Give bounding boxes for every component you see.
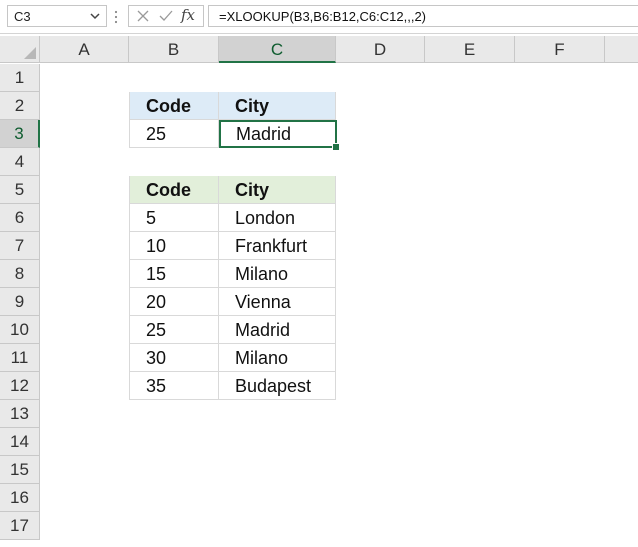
formula-controls: fx — [128, 5, 204, 27]
table-cell-code[interactable]: 5 — [129, 204, 219, 232]
column-header-c[interactable]: C — [219, 36, 336, 63]
table-cell-code[interactable]: 35 — [129, 372, 219, 400]
column-header-g[interactable] — [605, 36, 638, 63]
column-header-e[interactable]: E — [425, 36, 515, 63]
name-box[interactable]: C3 — [7, 5, 107, 27]
data-header-city[interactable]: City — [219, 176, 336, 204]
row-header-6[interactable]: 6 — [0, 204, 40, 232]
table-cell-code[interactable]: 25 — [129, 316, 219, 344]
lookup-header-city[interactable]: City — [219, 92, 336, 120]
check-icon[interactable] — [158, 8, 174, 24]
drag-handle-icon[interactable] — [113, 9, 119, 25]
column-header-a[interactable]: A — [40, 36, 129, 63]
column-header-b[interactable]: B — [129, 36, 219, 63]
row-header-9[interactable]: 9 — [0, 288, 40, 316]
active-cell-c3[interactable]: Madrid — [219, 120, 337, 148]
spreadsheet-grid: A B C D E F 1 2 3 4 5 6 7 8 9 10 11 12 1… — [0, 36, 638, 547]
table-cell-code[interactable]: 30 — [129, 344, 219, 372]
row-header-11[interactable]: 11 — [0, 344, 40, 372]
row-header-10[interactable]: 10 — [0, 316, 40, 344]
row-header-8[interactable]: 8 — [0, 260, 40, 288]
table-cell-code[interactable]: 10 — [129, 232, 219, 260]
row-header-1[interactable]: 1 — [0, 64, 40, 92]
column-header-f[interactable]: F — [515, 36, 605, 63]
row-header-16[interactable]: 16 — [0, 484, 40, 512]
row-header-3[interactable]: 3 — [0, 120, 40, 148]
row-header-14[interactable]: 14 — [0, 428, 40, 456]
table-cell-city[interactable]: Madrid — [219, 316, 336, 344]
table-cell-city[interactable]: Vienna — [219, 288, 336, 316]
select-all-button[interactable] — [0, 36, 40, 63]
row-header-15[interactable]: 15 — [0, 456, 40, 484]
table-cell-city[interactable]: Milano — [219, 260, 336, 288]
name-box-value: C3 — [14, 9, 31, 24]
cancel-icon[interactable] — [135, 8, 151, 24]
table-cell-city[interactable]: London — [219, 204, 336, 232]
row-header-2[interactable]: 2 — [0, 92, 40, 120]
table-cell-code[interactable]: 15 — [129, 260, 219, 288]
insert-function-icon[interactable]: fx — [181, 6, 195, 24]
row-header-7[interactable]: 7 — [0, 232, 40, 260]
column-header-d[interactable]: D — [336, 36, 425, 63]
table-cell-city[interactable]: Budapest — [219, 372, 336, 400]
fill-handle[interactable] — [332, 143, 340, 151]
lookup-value-code[interactable]: 25 — [129, 120, 219, 148]
chevron-down-icon[interactable] — [88, 8, 102, 24]
formula-input[interactable]: =XLOOKUP(B3,B6:B12,C6:C12,,,2) — [208, 5, 638, 27]
table-cell-city[interactable]: Frankfurt — [219, 232, 336, 260]
formula-text: =XLOOKUP(B3,B6:B12,C6:C12,,,2) — [219, 9, 427, 24]
row-header-13[interactable]: 13 — [0, 400, 40, 428]
row-header-17[interactable]: 17 — [0, 512, 40, 540]
data-header-code[interactable]: Code — [129, 176, 219, 204]
row-header-5[interactable]: 5 — [0, 176, 40, 204]
row-header-12[interactable]: 12 — [0, 372, 40, 400]
table-cell-code[interactable]: 20 — [129, 288, 219, 316]
formula-bar: C3 fx =XLOOKUP(B3,B6:B12,C6:C12,,,2) — [0, 0, 638, 34]
table-cell-city[interactable]: Milano — [219, 344, 336, 372]
lookup-header-code[interactable]: Code — [129, 92, 219, 120]
row-header-4[interactable]: 4 — [0, 148, 40, 176]
